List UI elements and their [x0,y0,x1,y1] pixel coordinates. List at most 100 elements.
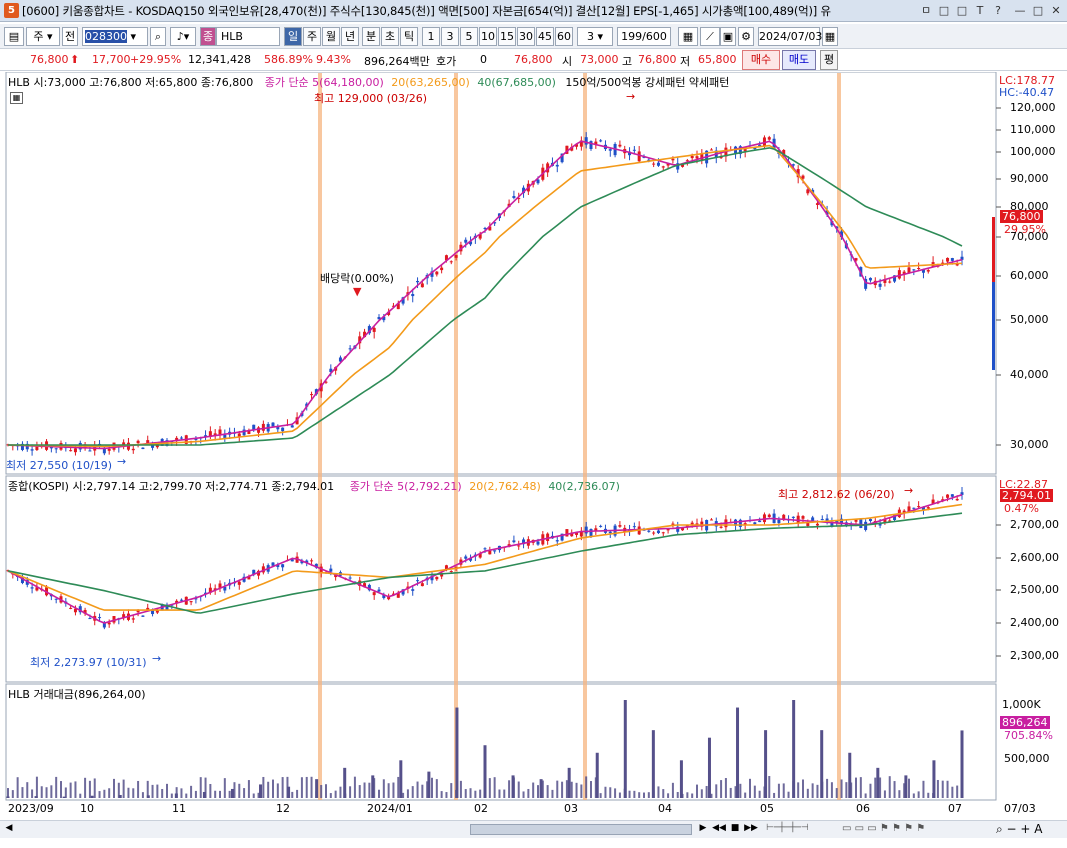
avg-button[interactable]: 평 [820,50,838,70]
kospi-ma-line [7,494,963,624]
interval-10[interactable]: 10 [479,27,497,46]
interval-45[interactable]: 45 [536,27,554,46]
chart-canvas[interactable] [4,72,1065,820]
price-candle [690,156,694,159]
search-icon[interactable]: ⌕ [150,27,166,46]
tab-year[interactable]: 년 [341,27,359,46]
volume-bar-minor [811,783,814,798]
price-candle [88,450,92,452]
interval-3[interactable]: 3 [441,27,459,46]
volume-bar-minor [599,793,602,798]
volume-bar-minor [806,788,809,798]
zoom-controls[interactable]: ⌕ − + A [996,822,1066,836]
all-button[interactable]: 전 [62,27,78,46]
sell-button[interactable]: 매도 [782,50,816,70]
tab-day[interactable]: 일 [284,27,302,46]
tab-tick[interactable]: 틱 [400,27,418,46]
tool-icon[interactable]: ▦ [678,27,698,46]
display-count-field[interactable]: 199/600 [617,27,671,46]
kospi-ma-line [7,503,963,611]
volume-bar-minor [209,783,212,798]
window-icon[interactable]: □ [936,3,952,19]
volume-bar-minor [103,789,106,798]
volume-bar-minor [170,793,173,798]
chart-scrollbar[interactable]: ◀ ▶ ◀◀ ■ ▶▶ ⊢─┼─┼─⊣ ▭ ▭ ▭ ⚑ ⚑ ⚑ ⚑ ⌕ − + … [0,820,1067,838]
buy-button[interactable]: 매수 [742,50,780,70]
interval-15[interactable]: 15 [498,27,516,46]
price-ytick: 80,000 [1010,200,1049,213]
volume-bar-minor [657,786,660,798]
volume-bar-minor [527,788,530,798]
price-candle [73,448,77,453]
volume-bar-minor [917,791,920,798]
interval-5[interactable]: 5 [460,27,478,46]
interval-1[interactable]: 1 [422,27,440,46]
volume-bar-minor [300,777,303,798]
stop-icon[interactable]: ■ [728,823,742,836]
kospi-candle [820,519,824,521]
price-change: 17,700 [92,53,131,66]
price-legend-main: HLB 시:73,000 고:76,800 저:65,800 종:76,800 [8,76,254,89]
volume-bar-minor [556,780,559,798]
copy-icon[interactable]: □ [954,3,970,19]
price-candles [6,132,964,456]
kospi-candle [632,526,636,528]
tab-month[interactable]: 월 [322,27,340,46]
price-ma-line [7,140,963,450]
sound-icon[interactable]: ♪▾ [170,27,196,46]
volume-bar-minor [951,786,954,798]
volume-bar-minor [88,780,91,798]
price-candle [348,348,352,350]
minimize-button[interactable]: — [1012,3,1028,19]
date-field[interactable]: 2024/07/03 [758,27,822,46]
help-icon[interactable]: ? [990,3,1006,19]
x-tick-label: 07 [948,802,962,815]
stock-name-field[interactable]: HLB [216,27,280,46]
price-candle [709,149,713,151]
close-button[interactable]: ✕ [1048,3,1064,19]
count-select[interactable]: 3 ▾ [577,27,613,46]
fast-forward-icon[interactable]: ▶▶ [744,823,758,836]
volume-bar-minor [426,781,429,798]
kospi-candle [536,541,540,545]
volume-bar-minor [440,791,443,798]
tab-week[interactable]: 주 [303,27,321,46]
price-legend-ma20: 20(63,265,00) [391,76,470,89]
market-select[interactable]: 주 ▾ [26,27,60,46]
kospi-candle [719,526,723,528]
line-icon[interactable]: ⟋ [700,27,720,46]
gear-icon[interactable]: ⚙ [738,27,754,46]
volume-bar-minor [11,790,14,798]
interval-30[interactable]: 30 [517,27,535,46]
chart-area[interactable]: HLB 시:73,000 고:76,800 저:65,800 종:76,800 … [4,72,1065,820]
chart-tool-icons[interactable]: ▭ ▭ ▭ ⚑ ⚑ ⚑ ⚑ [842,823,982,836]
tab-minute[interactable]: 분 [362,27,380,46]
price-candle [618,144,622,147]
chart-type-icon[interactable]: ▤ [4,27,24,46]
scroll-right-icon[interactable]: ▶ [696,823,710,836]
volume-bar-minor [363,782,366,798]
volume-bar-minor [397,776,400,798]
rewind-icon[interactable]: ◀◀ [712,823,726,836]
price-candle [946,257,950,262]
stock-code-input[interactable]: 028300 ▾ [82,27,148,46]
volume-bar-minor [238,783,241,798]
tab-second[interactable]: 초 [381,27,399,46]
link-icon[interactable]: ㅁ [918,3,934,19]
font-icon[interactable]: T [972,3,988,19]
interval-60[interactable]: 60 [555,27,573,46]
price-low-marker: 최저 27,550 (10/19) [6,459,113,472]
volume-bar-minor [773,792,776,798]
volume-bar-minor [180,788,183,798]
calendar-icon[interactable]: ▦ [822,27,838,46]
maximize-button[interactable]: □ [1030,3,1046,19]
volume-bar-minor [272,779,274,798]
volume-bar-minor [450,783,453,798]
scroll-thumb[interactable] [470,824,692,835]
zoom-slider[interactable]: ⊢─┼─┼─⊣ [766,823,836,836]
volume-bar-minor [840,779,843,798]
price-candle [555,164,559,167]
table-icon[interactable]: ▦ [10,92,23,104]
save-icon[interactable]: ▣ [720,27,736,46]
scroll-left-icon[interactable]: ◀ [2,823,16,836]
